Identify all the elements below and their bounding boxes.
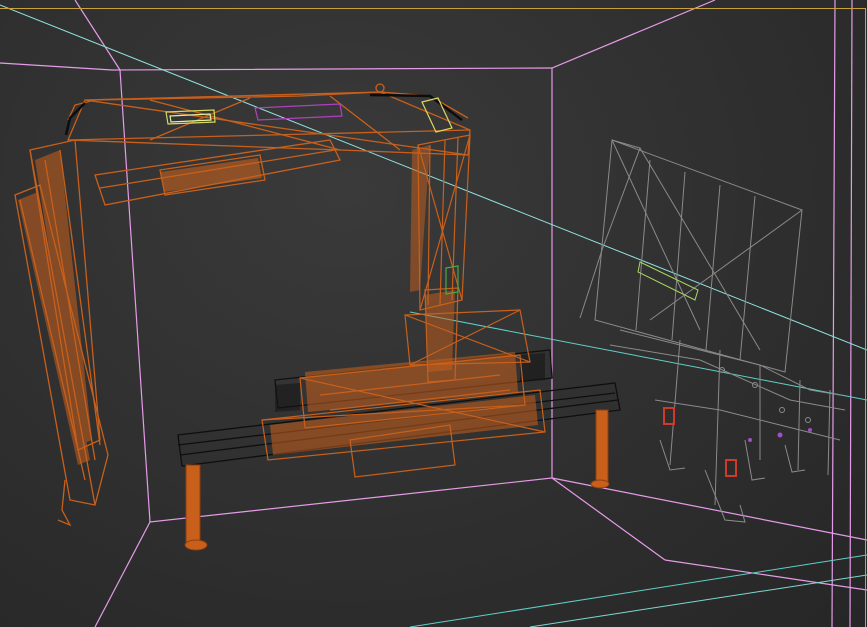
wireframe-scene[interactable] bbox=[0, 0, 867, 627]
bucket-red-parts bbox=[663, 407, 737, 477]
crane-base-fill bbox=[270, 352, 538, 455]
3d-viewport[interactable] bbox=[0, 0, 867, 627]
grab-bucket[interactable] bbox=[579, 139, 846, 523]
crane-column-fill bbox=[410, 145, 455, 372]
